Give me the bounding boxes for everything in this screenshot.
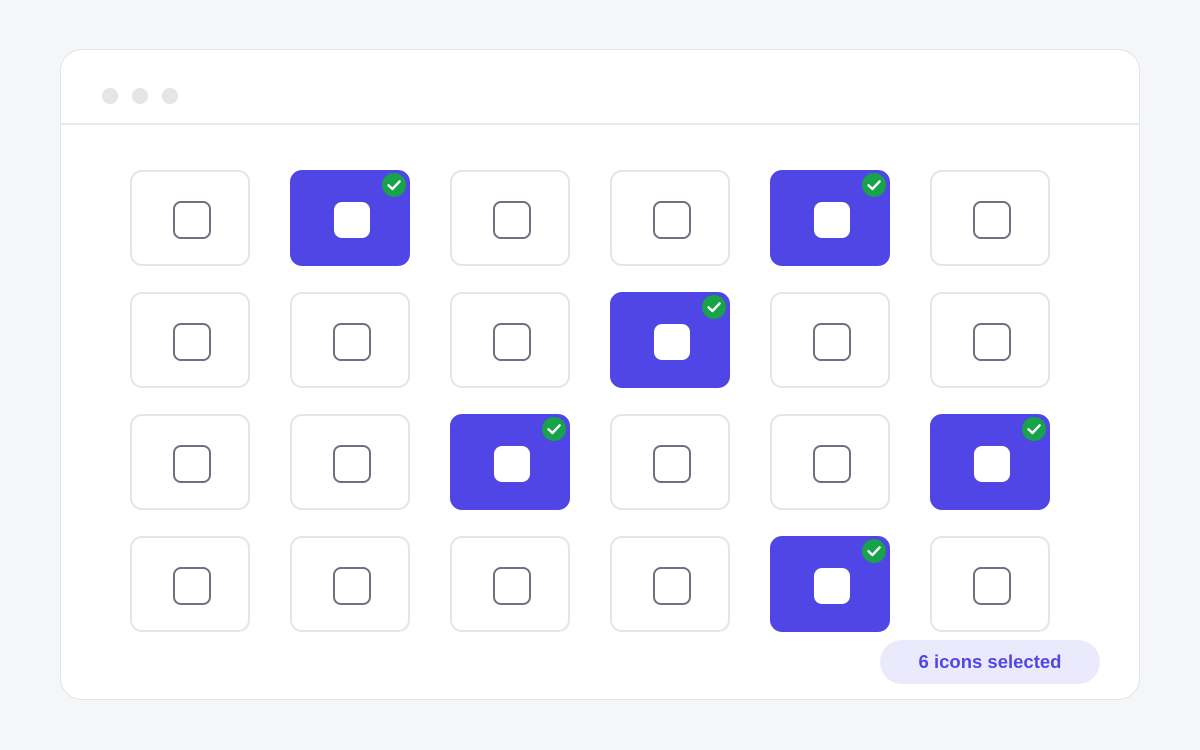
icon-tile[interactable]: [450, 292, 570, 388]
rounded-square-icon: [974, 446, 1010, 482]
app-window: 6 icons selected: [60, 49, 1140, 700]
icon-tile[interactable]: [610, 414, 730, 510]
icon-tile[interactable]: [770, 414, 890, 510]
rounded-square-icon: [173, 323, 211, 361]
rounded-square-icon: [493, 323, 531, 361]
checkmark-icon: [862, 539, 886, 563]
icon-tile[interactable]: [770, 170, 890, 266]
rounded-square-icon: [333, 567, 371, 605]
icon-grid: [130, 170, 1050, 632]
checkmark-icon: [862, 173, 886, 197]
icon-tile[interactable]: [290, 536, 410, 632]
rounded-square-icon: [654, 324, 690, 360]
checkmark-icon: [702, 295, 726, 319]
icon-tile[interactable]: [450, 414, 570, 510]
rounded-square-icon: [333, 445, 371, 483]
rounded-square-icon: [653, 445, 691, 483]
icon-tile[interactable]: [290, 414, 410, 510]
icon-tile[interactable]: [610, 170, 730, 266]
rounded-square-icon: [333, 323, 371, 361]
rounded-square-icon: [494, 446, 530, 482]
icon-tile[interactable]: [130, 536, 250, 632]
icon-tile[interactable]: [770, 536, 890, 632]
rounded-square-icon: [173, 567, 211, 605]
selection-count-badge: 6 icons selected: [880, 640, 1100, 684]
rounded-square-icon: [173, 201, 211, 239]
icon-tile[interactable]: [450, 170, 570, 266]
icon-tile[interactable]: [450, 536, 570, 632]
rounded-square-icon: [493, 567, 531, 605]
checkmark-icon: [382, 173, 406, 197]
rounded-square-icon: [653, 201, 691, 239]
icon-tile[interactable]: [770, 292, 890, 388]
rounded-square-icon: [813, 445, 851, 483]
icon-tile[interactable]: [130, 170, 250, 266]
window-control-dot[interactable]: [102, 88, 118, 104]
rounded-square-icon: [653, 567, 691, 605]
icon-tile[interactable]: [610, 536, 730, 632]
icon-tile[interactable]: [130, 292, 250, 388]
icon-tile[interactable]: [290, 170, 410, 266]
icon-tile[interactable]: [290, 292, 410, 388]
window-control-dot[interactable]: [132, 88, 148, 104]
title-bar: [61, 50, 1139, 125]
rounded-square-icon: [173, 445, 211, 483]
icon-tile[interactable]: [930, 536, 1050, 632]
rounded-square-icon: [814, 568, 850, 604]
rounded-square-icon: [973, 323, 1011, 361]
rounded-square-icon: [813, 323, 851, 361]
checkmark-icon: [542, 417, 566, 441]
rounded-square-icon: [973, 201, 1011, 239]
rounded-square-icon: [814, 202, 850, 238]
icon-tile[interactable]: [930, 292, 1050, 388]
rounded-square-icon: [493, 201, 531, 239]
icon-tile[interactable]: [130, 414, 250, 510]
checkmark-icon: [1022, 417, 1046, 441]
icon-tile[interactable]: [930, 414, 1050, 510]
window-control-dot[interactable]: [162, 88, 178, 104]
rounded-square-icon: [334, 202, 370, 238]
icon-tile[interactable]: [610, 292, 730, 388]
icon-tile[interactable]: [930, 170, 1050, 266]
rounded-square-icon: [973, 567, 1011, 605]
